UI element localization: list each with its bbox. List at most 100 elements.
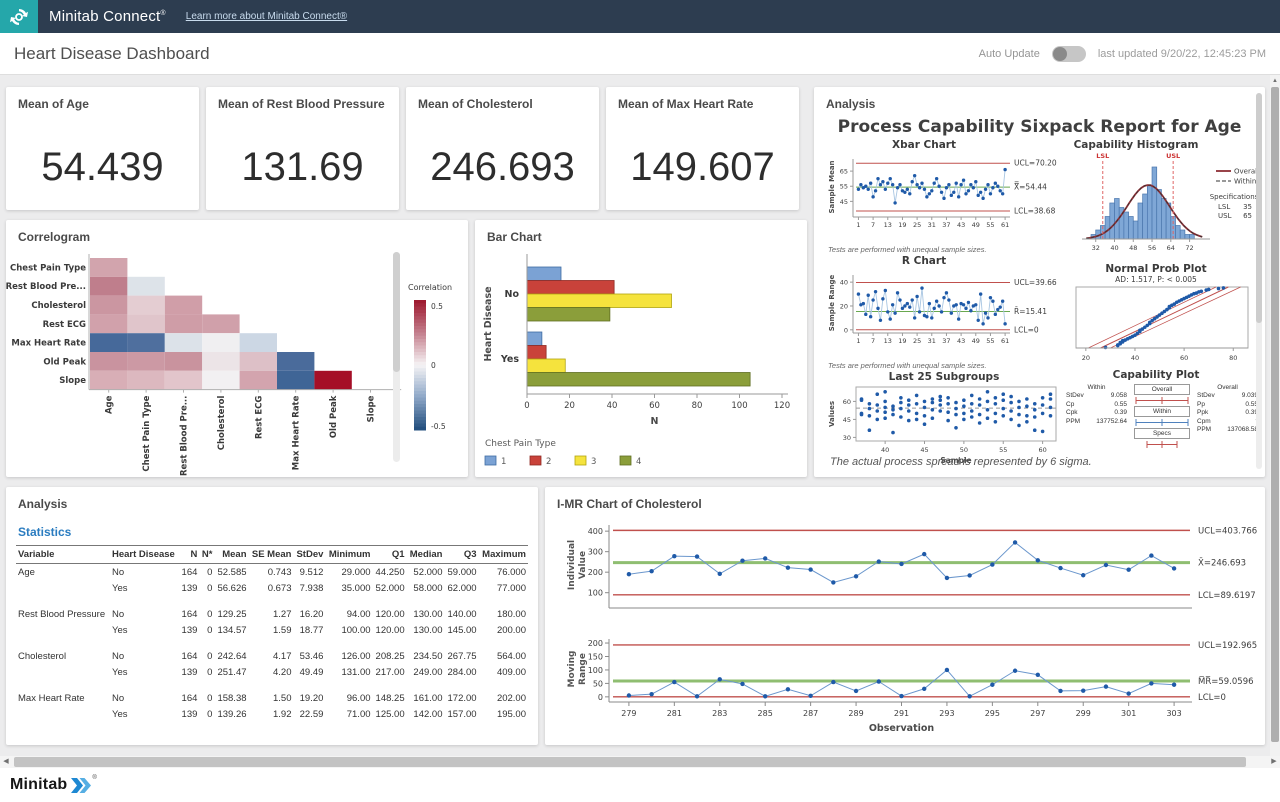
svg-text:Individual: Individual	[567, 540, 577, 590]
table-spacer-row	[16, 722, 528, 732]
svg-text:-0.5: -0.5	[431, 422, 446, 431]
svg-text:299: 299	[1076, 709, 1091, 718]
imr-card: I-MR Chart of Cholesterol 100200300400UC…	[545, 487, 1265, 745]
svg-text:Chest Pain Type: Chest Pain Type	[10, 263, 86, 273]
svg-text:80: 80	[1229, 354, 1237, 362]
brand-registered-mark: ®	[160, 10, 165, 17]
svg-text:Chest Pain Type: Chest Pain Type	[142, 395, 152, 471]
svg-text:43: 43	[957, 337, 965, 345]
svg-text:295: 295	[985, 709, 1000, 718]
svg-text:279: 279	[621, 709, 636, 718]
panel-title: Bar Chart	[475, 220, 807, 244]
svg-text:150: 150	[588, 652, 603, 661]
svg-text:0.5: 0.5	[431, 302, 443, 311]
svg-text:0: 0	[844, 326, 848, 334]
svg-text:4: 4	[636, 457, 641, 467]
vertical-scrollbar[interactable]: ▲	[1270, 75, 1280, 756]
horizontal-scrollbar-thumb[interactable]	[14, 757, 1246, 767]
svg-text:Chest Pain Type: Chest Pain Type	[485, 439, 556, 449]
panel-title: Analysis	[814, 87, 1265, 111]
capability-plot-body: WithinStDev9.058Cp0.55Cpk0.39PPM137752.6…	[1066, 384, 1258, 450]
svg-text:56: 56	[1148, 244, 1156, 252]
page-footer: Minitab ®	[0, 768, 1280, 802]
svg-text:55: 55	[986, 337, 994, 345]
svg-text:61: 61	[1001, 221, 1009, 229]
svg-text:300: 300	[588, 548, 603, 557]
svg-text:49: 49	[972, 337, 980, 345]
svg-text:LSL: LSL	[1096, 152, 1109, 160]
statistics-heading[interactable]: Statistics	[6, 511, 538, 545]
table-row: Yes1390134.571.5918.77100.00120.00130.00…	[16, 622, 528, 638]
prob-plot-title: Normal Prob Plot	[1066, 263, 1246, 275]
svg-text:UCL=192.965: UCL=192.965	[1198, 641, 1257, 651]
correlogram-heatmap: 0.2Chest Pain Type0.33-0.06Rest Blood Pr…	[6, 244, 468, 477]
kpi-title: Mean of Rest Blood Pressure	[206, 87, 399, 111]
svg-text:Correlation: Correlation	[408, 283, 452, 292]
svg-text:Range: Range	[578, 653, 588, 685]
table-spacer-row	[16, 596, 528, 606]
svg-text:55: 55	[999, 446, 1007, 454]
svg-text:100: 100	[731, 401, 747, 411]
svg-text:Rest Blood Pre...: Rest Blood Pre...	[180, 396, 190, 476]
svg-text:40: 40	[840, 279, 848, 287]
svg-text:60: 60	[649, 401, 660, 411]
svg-text:60: 60	[1180, 354, 1188, 362]
minitab-footer-logo: Minitab	[10, 776, 67, 794]
svg-text:LCL=0: LCL=0	[1198, 693, 1226, 703]
capability-plot-title: Capability Plot	[1066, 369, 1246, 381]
svg-text:1: 1	[856, 337, 860, 345]
minitab-connect-logo-icon	[0, 0, 38, 33]
scroll-up-arrow-icon[interactable]: ▲	[1270, 75, 1280, 87]
table-row: Yes1390251.474.2049.49131.00217.00249.00…	[16, 664, 528, 680]
correlogram-card: Correlogram 0.2Chest Pain Type0.33-0.06R…	[6, 220, 468, 477]
svg-text:72: 72	[1185, 244, 1193, 252]
svg-text:Old Peak: Old Peak	[43, 357, 86, 367]
table-header-row: VariableHeart DiseaseNN*MeanSE MeanStDev…	[16, 546, 528, 564]
svg-text:65: 65	[1243, 212, 1252, 220]
svg-text:Cholesterol: Cholesterol	[217, 396, 227, 451]
vertical-scrollbar-thumb[interactable]	[1271, 87, 1279, 742]
statistics-table: VariableHeart DiseaseNN*MeanSE MeanStDev…	[16, 545, 528, 732]
sixpack-scrollbar[interactable]	[1256, 93, 1262, 469]
svg-text:20: 20	[840, 302, 848, 310]
svg-text:200: 200	[588, 568, 603, 577]
svg-text:80: 80	[692, 401, 703, 411]
svg-text:Values: Values	[828, 401, 836, 427]
scroll-right-arrow-icon[interactable]: ▶	[1268, 756, 1280, 768]
svg-text:297: 297	[1030, 709, 1045, 718]
panel-title: Correlogram	[6, 220, 468, 244]
capability-histogram-title: Capability Histogram	[1066, 139, 1206, 151]
svg-text:20: 20	[1082, 354, 1090, 362]
svg-text:Slope: Slope	[59, 376, 86, 386]
svg-text:50: 50	[960, 446, 968, 454]
svg-text:200: 200	[588, 639, 603, 648]
svg-text:120: 120	[774, 401, 790, 411]
learn-more-link[interactable]: Learn more about Minitab Connect®	[186, 11, 347, 22]
horizontal-scrollbar[interactable]: ◀ ▶	[0, 756, 1280, 768]
svg-text:45: 45	[843, 416, 851, 424]
capability-histogram: Capability Histogram LSLUSL324048566472O…	[1066, 139, 1258, 268]
svg-text:USL: USL	[1166, 152, 1180, 160]
capability-plot: Capability Plot WithinStDev9.058Cp0.55Cp…	[1066, 369, 1258, 450]
svg-text:X̿=54.44: X̿=54.44	[1014, 182, 1047, 191]
svg-text:N: N	[651, 416, 659, 427]
svg-text:Moving: Moving	[567, 651, 577, 688]
svg-text:285: 285	[758, 709, 773, 718]
scroll-left-arrow-icon[interactable]: ◀	[0, 756, 12, 768]
svg-text:0: 0	[524, 401, 529, 411]
svg-text:37: 37	[942, 337, 950, 345]
capability-interval-diagram: OverallWithinSpecs	[1133, 384, 1191, 450]
svg-text:400: 400	[588, 527, 603, 536]
svg-text:25: 25	[913, 221, 921, 229]
svg-text:20: 20	[564, 401, 575, 411]
svg-text:Sample Range: Sample Range	[828, 274, 836, 331]
svg-text:LCL=0: LCL=0	[1014, 325, 1039, 334]
auto-update-toggle[interactable]	[1052, 46, 1086, 62]
kpi-title: Mean of Cholesterol	[406, 87, 599, 111]
last25-title: Last 25 Subgroups	[824, 371, 1064, 383]
six-sigma-footnote: The actual process spread is represented…	[830, 456, 1092, 468]
kpi-title: Mean of Max Heart Rate	[606, 87, 799, 111]
auto-update-label: Auto Update	[979, 48, 1040, 60]
sixpack-scrollbar-thumb[interactable]	[1256, 93, 1262, 323]
barchart-card: Bar Chart NoYes020406080100120NHeart Dis…	[475, 220, 807, 477]
